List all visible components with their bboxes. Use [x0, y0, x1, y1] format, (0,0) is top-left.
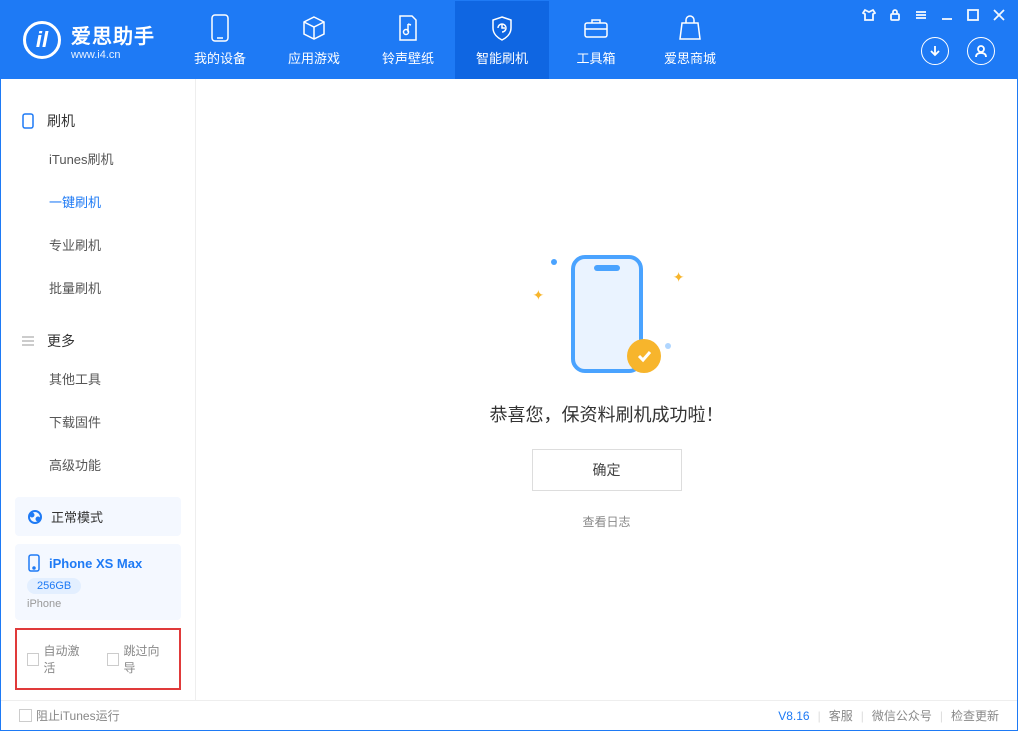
checkbox-label: 跳过向导: [123, 642, 169, 676]
main-content: ✦ ✦ 恭喜您，保资料刷机成功啦！ 确定 查看日志: [196, 79, 1017, 700]
group-header-more: 更多: [1, 325, 195, 357]
tab-label: 我的设备: [194, 48, 246, 67]
app-subtitle: www.i4.cn: [71, 49, 155, 61]
sidebar-item-oneclick-flash[interactable]: 一键刷机: [1, 180, 195, 223]
separator: |: [818, 709, 821, 723]
separator: |: [940, 709, 943, 723]
tab-my-device[interactable]: 我的设备: [173, 1, 267, 79]
phone-icon: [21, 113, 37, 129]
toolbox-icon: [582, 14, 610, 42]
shield-refresh-icon: [488, 14, 516, 42]
mode-card[interactable]: 正常模式: [15, 497, 181, 536]
cube-icon: [300, 14, 328, 42]
sidebar-item-other-tools[interactable]: 其他工具: [1, 357, 195, 400]
music-file-icon: [394, 14, 422, 42]
header-right: [861, 1, 1007, 79]
tab-label: 爱思商城: [664, 48, 716, 67]
checkbox-box: [19, 709, 32, 722]
version-label[interactable]: V8.16: [778, 709, 809, 723]
group-header-flash: 刷机: [1, 105, 195, 137]
bag-icon: [676, 14, 704, 42]
shirt-icon[interactable]: [861, 7, 877, 23]
flash-options-highlight: 自动激活 跳过向导: [15, 628, 181, 690]
maximize-icon[interactable]: [965, 7, 981, 23]
main-tabs: 我的设备 应用游戏 铃声壁纸 智能刷机 工具箱 爱思商城: [173, 1, 737, 79]
device-type: iPhone: [27, 598, 169, 610]
minimize-icon[interactable]: [939, 7, 955, 23]
sparkle-icon: ✦: [673, 269, 685, 286]
sidebar-item-download-firmware[interactable]: 下载固件: [1, 400, 195, 443]
sidebar-item-batch-flash[interactable]: 批量刷机: [1, 266, 195, 309]
sidebar-bottom: 正常模式 iPhone XS Max 256GB iPhone 自动激活: [1, 487, 195, 700]
window-controls: [861, 7, 1007, 23]
mode-label: 正常模式: [51, 507, 103, 526]
success-message: 恭喜您，保资料刷机成功啦！: [490, 401, 724, 427]
close-icon[interactable]: [991, 7, 1007, 23]
check-update-link[interactable]: 检查更新: [951, 707, 999, 724]
device-name: iPhone XS Max: [49, 556, 142, 571]
tab-toolbox[interactable]: 工具箱: [549, 1, 643, 79]
sidebar-group-flash: 刷机 iTunes刷机 一键刷机 专业刷机 批量刷机: [1, 97, 195, 317]
group-title: 更多: [47, 331, 75, 351]
customer-service-link[interactable]: 客服: [829, 707, 853, 724]
list-icon: [21, 334, 37, 348]
checkbox-box: [27, 653, 39, 666]
tab-label: 铃声壁纸: [382, 48, 434, 67]
separator: |: [861, 709, 864, 723]
logo-icon: il: [23, 21, 61, 59]
tab-ringtones-wallpapers[interactable]: 铃声壁纸: [361, 1, 455, 79]
view-log-link[interactable]: 查看日志: [582, 513, 630, 530]
user-icon[interactable]: [967, 37, 995, 65]
logo: il 爱思助手 www.i4.cn: [1, 20, 173, 61]
tab-label: 工具箱: [576, 48, 615, 67]
success-illustration: ✦ ✦: [527, 249, 687, 379]
dot-icon: [665, 343, 671, 349]
body: 刷机 iTunes刷机 一键刷机 专业刷机 批量刷机 更多 其他工具 下载固件 …: [1, 79, 1017, 700]
sidebar-item-itunes-flash[interactable]: iTunes刷机: [1, 137, 195, 180]
sparkle-icon: ✦: [533, 287, 545, 304]
group-title: 刷机: [47, 111, 75, 131]
header-round-icons: [921, 37, 1007, 65]
confirm-button[interactable]: 确定: [532, 449, 682, 491]
checkbox-skip-guide[interactable]: 跳过向导: [107, 642, 169, 676]
tab-label: 智能刷机: [476, 48, 528, 67]
download-icon[interactable]: [921, 37, 949, 65]
tab-store[interactable]: 爱思商城: [643, 1, 737, 79]
footer: 阻止iTunes运行 V8.16 | 客服 | 微信公众号 | 检查更新: [1, 700, 1017, 730]
device-icon: [27, 554, 41, 572]
device-icon: [206, 14, 234, 42]
wechat-link[interactable]: 微信公众号: [872, 707, 932, 724]
checkbox-block-itunes[interactable]: 阻止iTunes运行: [19, 707, 120, 724]
device-card[interactable]: iPhone XS Max 256GB iPhone: [15, 544, 181, 620]
app-window: il 爱思助手 www.i4.cn 我的设备 应用游戏 铃声壁纸 智能刷机: [0, 0, 1018, 731]
mode-icon: [27, 509, 43, 525]
footer-right: V8.16 | 客服 | 微信公众号 | 检查更新: [778, 707, 999, 724]
tab-smart-flash[interactable]: 智能刷机: [455, 1, 549, 79]
app-title: 爱思助手: [71, 20, 155, 49]
dot-icon: [551, 259, 557, 265]
checkbox-auto-activate[interactable]: 自动激活: [27, 642, 89, 676]
tab-label: 应用游戏: [288, 48, 340, 67]
checkbox-box: [107, 653, 119, 666]
tab-apps-games[interactable]: 应用游戏: [267, 1, 361, 79]
footer-left: 阻止iTunes运行: [19, 707, 120, 724]
checkbox-label: 自动激活: [43, 642, 89, 676]
sidebar-item-advanced[interactable]: 高级功能: [1, 443, 195, 486]
lock-icon[interactable]: [887, 7, 903, 23]
menu-icon[interactable]: [913, 7, 929, 23]
sidebar-item-pro-flash[interactable]: 专业刷机: [1, 223, 195, 266]
sidebar: 刷机 iTunes刷机 一键刷机 专业刷机 批量刷机 更多 其他工具 下载固件 …: [1, 79, 196, 700]
check-badge-icon: [627, 339, 661, 373]
sidebar-list: 刷机 iTunes刷机 一键刷机 专业刷机 批量刷机 更多 其他工具 下载固件 …: [1, 79, 195, 487]
sidebar-group-more: 更多 其他工具 下载固件 高级功能: [1, 317, 195, 487]
header: il 爱思助手 www.i4.cn 我的设备 应用游戏 铃声壁纸 智能刷机: [1, 1, 1017, 79]
storage-badge: 256GB: [27, 578, 81, 594]
checkbox-label: 阻止iTunes运行: [36, 707, 120, 724]
